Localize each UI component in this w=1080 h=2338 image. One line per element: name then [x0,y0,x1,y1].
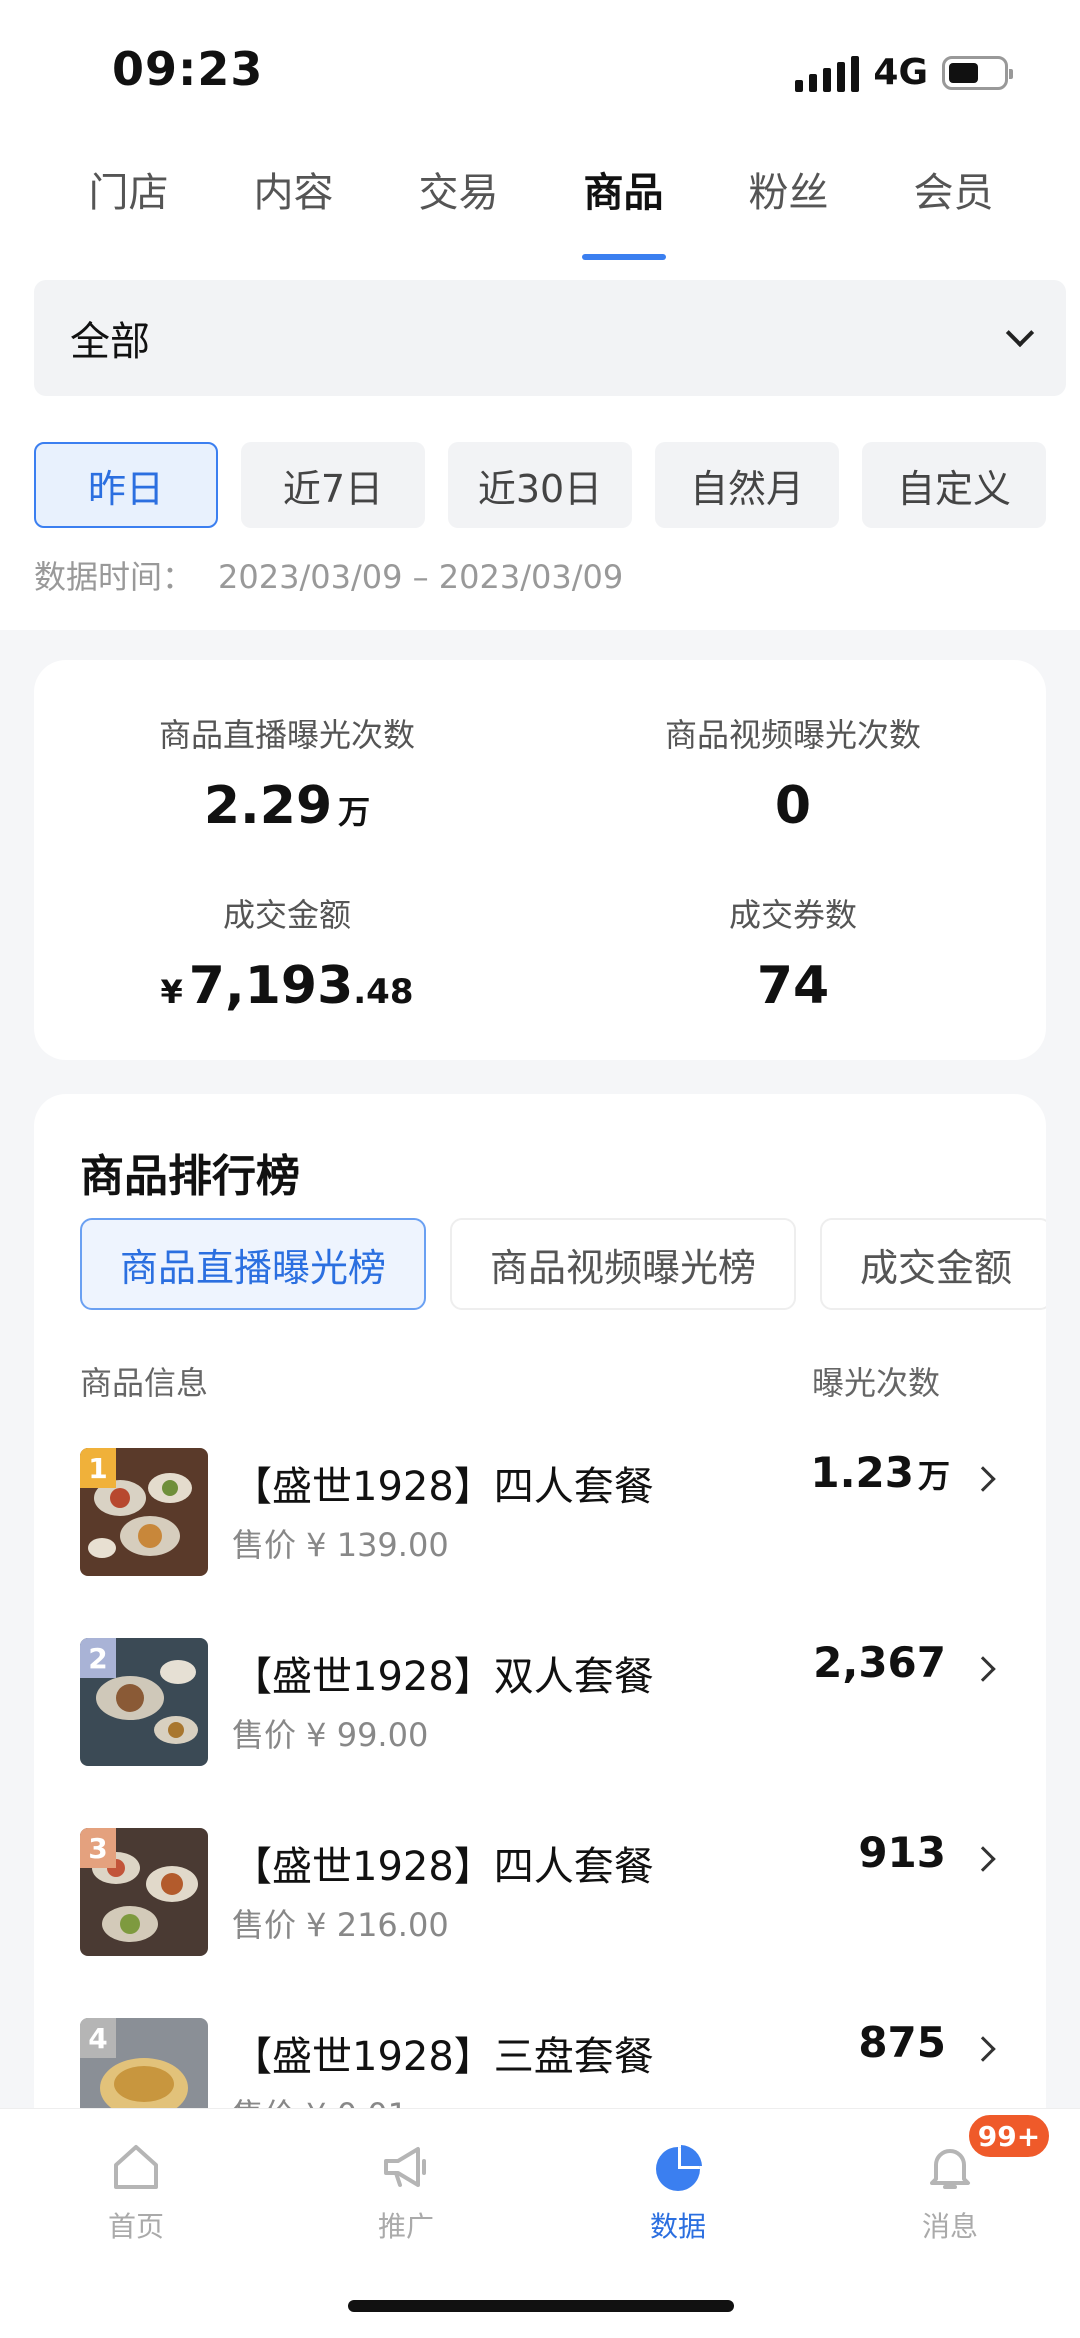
data-time-label: 数据时间： [34,558,195,596]
metric-label: 成交券数 [728,896,857,934]
nav-promote[interactable]: 推广 [336,2139,476,2245]
product-name: 【盛世1928】四人套餐 [232,1844,654,1890]
product-thumbnail: 1 [80,1448,208,1576]
chevron-right-icon [970,1656,996,1682]
megaphone-icon [384,2147,426,2187]
chevron-right-icon [970,1846,996,1872]
metric-label: 商品直播曝光次数 [158,716,415,754]
product-price: 售价 ¥ 99.00 [232,1716,429,1754]
metric-label: 成交金额 [222,896,351,934]
metric-coupons: 成交券数 74 [540,890,1046,1016]
ranking-tabs: 商品直播曝光榜 商品视频曝光榜 成交金额 [80,1218,1046,1314]
dropdown-value: 全部 [70,319,150,365]
ranking-row[interactable]: 1 【盛世1928】四人套餐 售价 ¥ 139.00 1.23 万 [80,1448,1020,1578]
rank-badge: 3 [80,1828,116,1868]
product-name: 【盛世1928】双人套餐 [232,1654,654,1700]
metric-value: ¥7,193.48 [160,956,414,1016]
exposure-count: 875 [858,2018,946,2067]
tab-trade[interactable]: 交易 [376,160,541,260]
date-custom[interactable]: 自定义 [862,442,1046,528]
metric-amount: 成交金额 ¥7,193.48 [34,890,540,1016]
column-header-info: 商品信息 [80,1364,209,1402]
product-thumbnail: 3 [80,1828,208,1956]
status-time: 09:23 [112,42,264,96]
ranking-tab-video-exposure[interactable]: 商品视频曝光榜 [450,1218,797,1310]
product-name: 【盛世1928】三盘套餐 [232,2034,654,2080]
tab-store[interactable]: 门店 [46,160,211,260]
data-time-range: 2023/03/09 – 2023/03/09 [218,558,624,596]
nav-data[interactable]: 数据 [608,2139,748,2245]
nav-label: 数据 [649,2210,706,2243]
date-30-days[interactable]: 近30日 [448,442,632,528]
main-tabs: 门店 内容 交易 商品 粉丝 会员 [46,160,1036,260]
ranking-row[interactable]: 2 【盛世1928】双人套餐 售价 ¥ 99.00 2,367 [80,1638,1020,1768]
chevron-right-icon [970,2036,996,2062]
product-name: 【盛世1928】四人套餐 [232,1464,654,1510]
exposure-count: 913 [858,1828,946,1877]
battery-icon [942,55,1013,90]
chevron-right-icon [970,1466,996,1492]
date-yesterday[interactable]: 昨日 [34,442,218,528]
status-indicators: 4G [795,52,1013,93]
exposure-count: 2,367 [813,1638,946,1687]
nav-label: 消息 [921,2210,978,2243]
metric-value: 2.29 万 [203,776,371,836]
product-price: 售价 ¥ 216.00 [232,1906,449,1944]
product-price: 售价 ¥ 139.00 [232,1526,449,1564]
nav-home[interactable]: 首页 [66,2139,206,2245]
summary-card: 商品直播曝光次数 2.29 万 商品视频曝光次数 0 成交金额 ¥7,193.48… [34,660,1046,1060]
date-range-selector: 昨日 近7日 近30日 自然月 自定义 [34,442,1046,528]
ranking-title: 商品排行榜 [80,1151,300,1202]
store-filter-dropdown[interactable]: 全部 [34,280,1066,396]
chevron-down-icon [1005,318,1035,348]
nav-label: 推广 [377,2210,434,2243]
metric-video-exposure: 商品视频曝光次数 0 [540,710,1046,836]
message-badge: 99+ [966,2112,1052,2160]
pie-chart-icon [656,2145,702,2191]
rank-badge: 1 [80,1448,116,1488]
date-natural-month[interactable]: 自然月 [655,442,839,528]
metric-label: 商品视频曝光次数 [664,716,921,754]
metric-value: 74 [756,956,830,1016]
ranking-tab-amount[interactable]: 成交金额 [820,1218,1046,1310]
tab-fans[interactable]: 粉丝 [706,160,871,260]
product-thumbnail: 2 [80,1638,208,1766]
tab-content[interactable]: 内容 [211,160,376,260]
rank-badge: 2 [80,1638,116,1678]
home-icon [114,2145,158,2189]
exposure-count: 1.23 万 [810,1448,950,1497]
rank-badge: 4 [80,2018,116,2058]
home-indicator[interactable] [348,2300,734,2312]
tab-products[interactable]: 商品 [541,160,706,260]
ranking-row[interactable]: 3 【盛世1928】四人套餐 售价 ¥ 216.00 913 [80,1828,1020,1958]
date-7-days[interactable]: 近7日 [241,442,425,528]
metric-value: 0 [774,776,812,836]
ranking-tab-live-exposure[interactable]: 商品直播曝光榜 [80,1218,427,1310]
network-type: 4G [873,52,928,93]
column-header-metric: 曝光次数 [811,1364,940,1402]
tab-members[interactable]: 会员 [871,160,1036,260]
data-time: 数据时间： 2023/03/09 – 2023/03/09 [34,552,623,598]
nav-label: 首页 [107,2210,164,2243]
metric-live-exposure: 商品直播曝光次数 2.29 万 [34,710,540,836]
signal-icon [795,54,860,92]
header-area: 09:23 4G 门店 内容 交易 商品 粉丝 会员 全部 昨日 近7日 近30… [0,0,1080,630]
